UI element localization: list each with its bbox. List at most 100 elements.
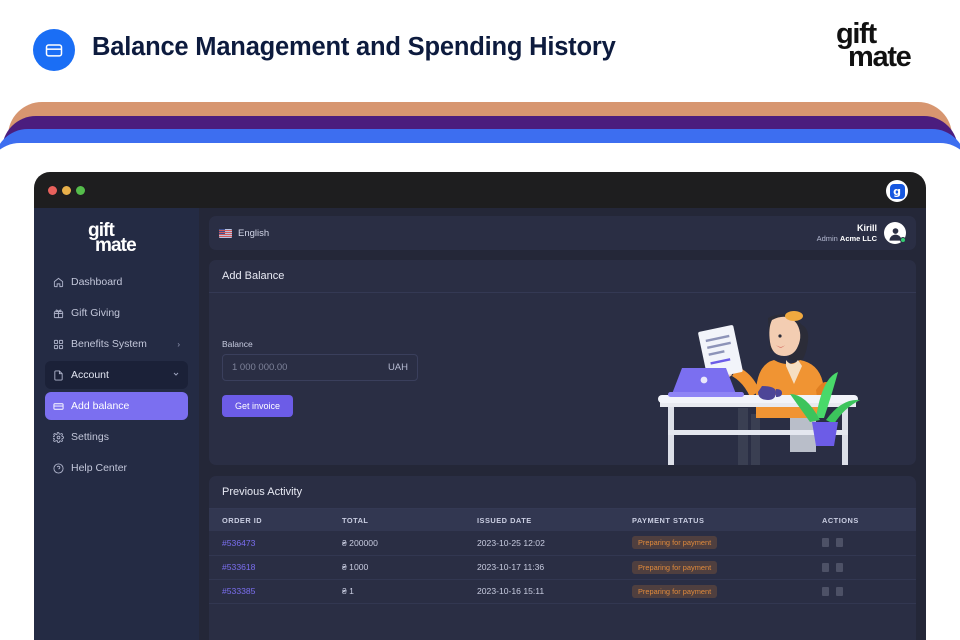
- sidebar-item-label: Add balance: [71, 400, 180, 412]
- table-header-row: ORDER ID TOTAL ISSUED DATE PAYMENT STATU…: [209, 509, 916, 531]
- sidebar-item-gift-giving[interactable]: Gift Giving: [45, 299, 188, 327]
- add-balance-card: Add Balance Balance UAH Get invoice: [209, 260, 916, 465]
- balance-field-label: Balance: [222, 339, 439, 349]
- cell-total: ₴ 1: [329, 579, 464, 603]
- cell-issued-date: 2023-10-25 12:02: [464, 531, 619, 555]
- sidebar-item-label: Gift Giving: [71, 307, 180, 319]
- cell-actions: [809, 579, 916, 603]
- status-badge: Preparing for payment: [632, 561, 717, 574]
- sidebar-logo: gift mate: [45, 216, 188, 268]
- sidebar-item-dashboard[interactable]: Dashboard: [45, 268, 188, 296]
- gear-icon: [53, 432, 71, 443]
- column-payment-status: PAYMENT STATUS: [619, 509, 809, 531]
- gift-icon: [53, 308, 71, 319]
- table-row[interactable]: #533618 ₴ 1000 2023-10-17 11:36 Preparin…: [209, 555, 916, 579]
- sidebar-item-benefits-system[interactable]: Benefits System ›: [45, 330, 188, 358]
- cell-actions: [809, 555, 916, 579]
- app-badge-icon: g: [886, 180, 908, 202]
- order-id-link[interactable]: #533385: [222, 586, 255, 596]
- cell-order-id: #533618: [209, 555, 329, 579]
- app-topbar: English Kirill Admin Acme LLC: [209, 216, 916, 250]
- close-button[interactable]: [48, 186, 57, 195]
- browser-window: g gift mate Dashboard: [34, 172, 926, 640]
- sidebar-item-label: Benefits System: [71, 338, 177, 350]
- cell-issued-date: 2023-10-17 11:36: [464, 555, 619, 579]
- sidebar: gift mate Dashboard Gift Giving: [34, 208, 199, 640]
- page-title: Balance Management and Spending History: [92, 33, 616, 62]
- user-role: Admin Acme LLC: [817, 234, 877, 243]
- activity-table: ORDER ID TOTAL ISSUED DATE PAYMENT STATU…: [209, 509, 916, 604]
- document-icon: [53, 370, 71, 381]
- sidebar-item-label: Dashboard: [71, 276, 180, 288]
- column-total: TOTAL: [329, 509, 464, 531]
- cell-status: Preparing for payment: [619, 555, 809, 579]
- main-content: English Kirill Admin Acme LLC: [199, 208, 926, 640]
- user-company: Acme LLC: [840, 234, 877, 243]
- column-actions: ACTIONS: [809, 509, 916, 531]
- add-balance-title: Add Balance: [209, 260, 916, 293]
- sidebar-item-label: Settings: [71, 431, 180, 443]
- giftmate-logo: gift mate: [826, 20, 936, 76]
- balance-input-wrap[interactable]: UAH: [222, 354, 418, 381]
- cell-order-id: #536473: [209, 531, 329, 555]
- logo-text-mate: mate: [848, 43, 911, 72]
- column-order-id: ORDER ID: [209, 509, 329, 531]
- app-body: gift mate Dashboard Gift Giving: [34, 208, 926, 640]
- presence-indicator: [900, 237, 906, 243]
- column-issued-date: ISSUED DATE: [464, 509, 619, 531]
- window-titlebar: g: [34, 172, 926, 208]
- sidebar-item-label: Account: [71, 369, 172, 381]
- sidebar-item-help-center[interactable]: Help Center: [45, 454, 188, 482]
- home-icon: [53, 277, 71, 288]
- user-role-prefix: Admin: [817, 234, 840, 243]
- user-info: Kirill Admin Acme LLC: [817, 223, 877, 244]
- page-root: Balance Management and Spending History …: [0, 0, 960, 640]
- app-badge-letter: g: [890, 184, 905, 199]
- credit-card-icon: [33, 29, 75, 71]
- table-header: ORDER ID TOTAL ISSUED DATE PAYMENT STATU…: [209, 509, 916, 531]
- status-badge: Preparing for payment: [632, 585, 717, 598]
- chevron-down-icon: [172, 370, 180, 380]
- order-id-link[interactable]: #536473: [222, 538, 255, 548]
- balance-form: Balance UAH Get invoice: [209, 293, 439, 417]
- cell-actions: [809, 531, 916, 555]
- table-body: #536473 ₴ 200000 2023-10-25 12:02 Prepar…: [209, 531, 916, 603]
- chevron-right-icon: ›: [177, 340, 180, 349]
- language-label: English: [238, 228, 269, 239]
- sidebar-item-account[interactable]: Account: [45, 361, 188, 389]
- woman-at-desk-illustration: [620, 290, 910, 465]
- order-id-link[interactable]: #533618: [222, 562, 255, 572]
- card-icon: [53, 401, 71, 412]
- balance-input[interactable]: [232, 362, 388, 373]
- us-flag-icon: [219, 229, 232, 238]
- get-invoice-button[interactable]: Get invoice: [222, 395, 293, 417]
- row-action-icons[interactable]: [822, 563, 916, 572]
- cell-status: Preparing for payment: [619, 531, 809, 555]
- cell-order-id: #533385: [209, 579, 329, 603]
- cell-total: ₴ 1000: [329, 555, 464, 579]
- user-name: Kirill: [817, 223, 877, 234]
- maximize-button[interactable]: [76, 186, 85, 195]
- previous-activity-title: Previous Activity: [209, 476, 916, 509]
- table-row[interactable]: #533385 ₴ 1 2023-10-16 15:11 Preparing f…: [209, 579, 916, 603]
- minimize-button[interactable]: [62, 186, 71, 195]
- avatar[interactable]: [884, 222, 906, 244]
- question-icon: [53, 463, 71, 474]
- language-selector[interactable]: English: [219, 228, 269, 239]
- table-row[interactable]: #536473 ₴ 200000 2023-10-25 12:02 Prepar…: [209, 531, 916, 555]
- cell-status: Preparing for payment: [619, 579, 809, 603]
- row-action-icons[interactable]: [822, 538, 916, 547]
- currency-label: UAH: [388, 362, 408, 373]
- page-header: Balance Management and Spending History …: [0, 0, 960, 100]
- sidebar-logo-mate: mate: [95, 235, 136, 257]
- sidebar-item-settings[interactable]: Settings: [45, 423, 188, 451]
- grid-icon: [53, 339, 71, 350]
- previous-activity-card: Previous Activity ORDER ID TOTAL ISSUED …: [209, 476, 916, 640]
- sidebar-item-label: Help Center: [71, 462, 180, 474]
- user-menu[interactable]: Kirill Admin Acme LLC: [817, 222, 906, 244]
- status-badge: Preparing for payment: [632, 536, 717, 549]
- cell-issued-date: 2023-10-16 15:11: [464, 579, 619, 603]
- cell-total: ₴ 200000: [329, 531, 464, 555]
- sidebar-item-add-balance[interactable]: Add balance: [45, 392, 188, 420]
- row-action-icons[interactable]: [822, 587, 916, 596]
